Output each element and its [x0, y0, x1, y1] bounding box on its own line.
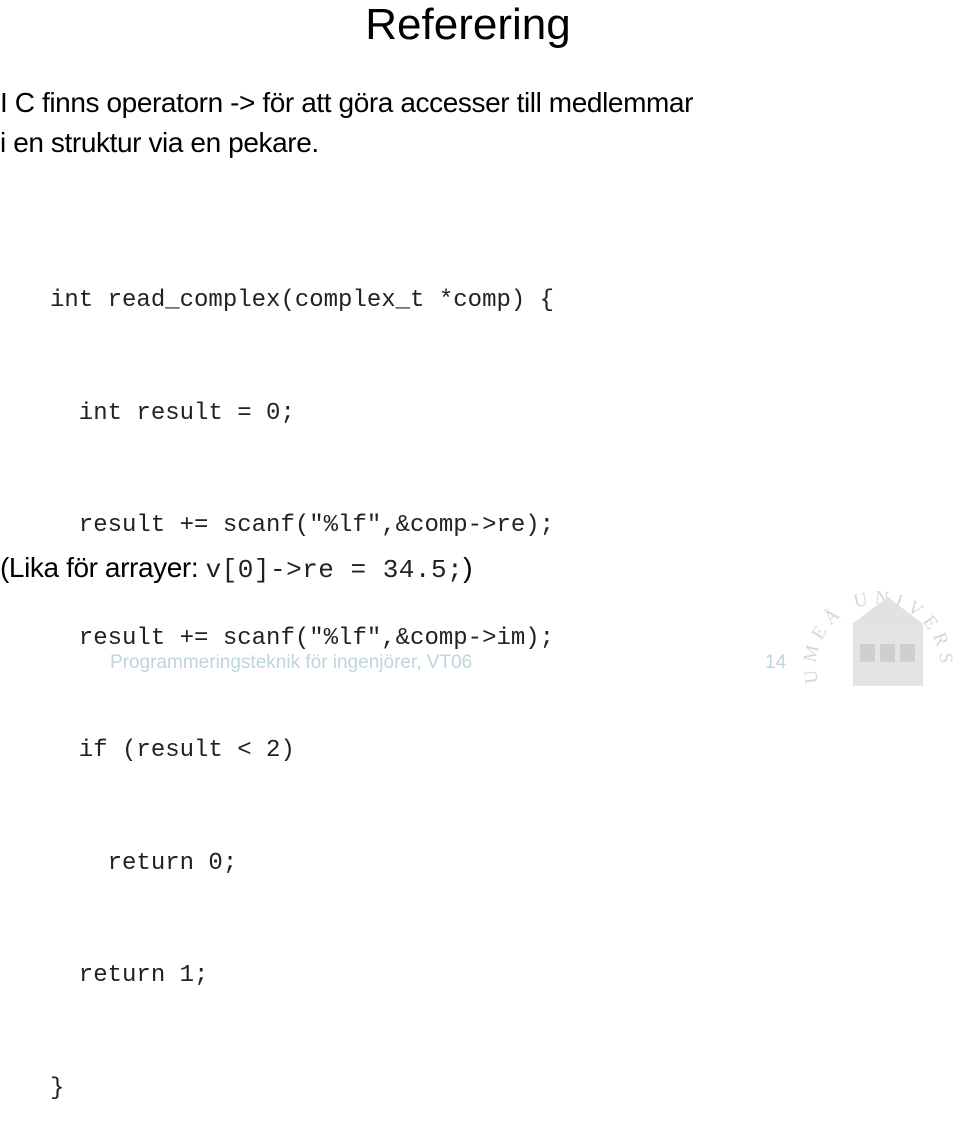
code-line: int read_complex(complex_t *comp) {	[50, 287, 555, 314]
code-line: if (result < 2)	[50, 737, 295, 764]
intro-text: I C finns operatorn -> för att göra acce…	[0, 83, 693, 163]
slide-title-text: Referering	[365, 0, 571, 49]
intro-line: i en struktur via en pekare.	[0, 127, 319, 158]
code-line: return 0;	[50, 849, 238, 877]
code-block: int read_complex(complex_t *comp) { int …	[50, 207, 554, 1145]
code-line: int result = 0;	[50, 399, 295, 427]
code-line: }	[50, 1074, 65, 1102]
university-seal-icon: UMEÅ UNIVERSITET	[781, 536, 960, 717]
note-suffix: )	[463, 552, 473, 583]
university-seal-graphic: UMEÅ UNIVERSITET	[781, 536, 951, 686]
footer-course: Programmeringsteknik för ingenjörer, VT0…	[110, 652, 473, 673]
note-code: v[0]->re = 34.5;	[205, 555, 464, 585]
code-line: result += scanf("%lf",&comp->re);	[50, 512, 555, 539]
code-line: return 1;	[50, 962, 209, 989]
array-note: (Lika för arrayer: v[0]->re = 34.5;)	[0, 548, 473, 590]
seal-crowns	[860, 644, 915, 662]
intro-line: I C finns operatorn -> för att göra acce…	[0, 87, 694, 118]
page-number: 14	[765, 652, 787, 673]
slide-title: Referering	[0, 0, 960, 50]
note-prefix: (Lika för arrayer:	[0, 552, 206, 583]
